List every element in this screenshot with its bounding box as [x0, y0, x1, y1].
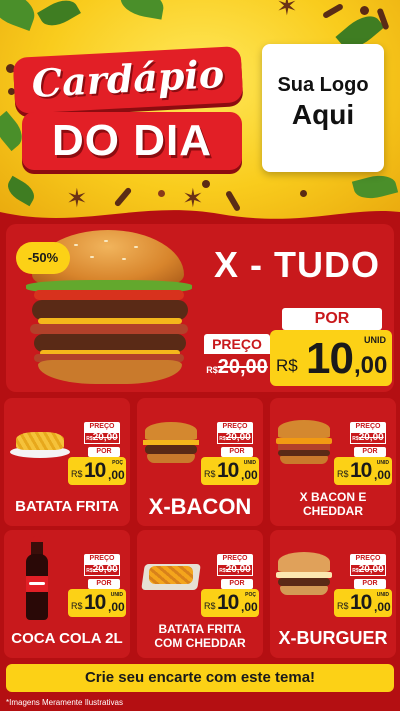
fries-cheddar-tray-image	[141, 558, 201, 590]
peppercorn-icon	[300, 190, 307, 197]
card-price-tag: R$ 10 ,00 POÇ	[68, 457, 126, 485]
card-por-label: POR	[354, 447, 386, 457]
logo-line2: Aqui	[291, 99, 355, 130]
hero-old-value: 20,00	[217, 356, 268, 378]
basil-leaf-icon	[118, 0, 166, 20]
card-product-name: X-BURGUER	[278, 628, 388, 648]
cta-banner: Crie seu encarte com este tema!	[6, 664, 394, 692]
card-old-price: R$20,00	[350, 564, 386, 576]
card-por-label: POR	[221, 447, 253, 457]
card-old-price: R$20,00	[217, 564, 253, 576]
card-por-label: POR	[221, 579, 253, 589]
hero-offer-card: -50% X - TUDO POR PREÇO R$20,00 R$ 10 ,0…	[6, 224, 394, 392]
fries-plate-image	[10, 428, 70, 458]
hero-preco-label: PREÇO	[204, 334, 270, 354]
card-por-label: POR	[88, 579, 120, 589]
title-line2-badge: DO DIA	[22, 112, 242, 170]
product-card-x-bacon-cheddar: PREÇO R$20,00 POR R$ 10 ,00 UNID X BACON…	[270, 398, 396, 526]
card-old-price: R$20,00	[84, 564, 120, 576]
x-bacon-cheddar-burger-image	[276, 420, 332, 464]
peppercorn-icon	[360, 6, 369, 15]
product-card-x-bacon: PREÇO R$20,00 POR R$ 10 ,00 UNID X-BACON	[137, 398, 263, 526]
basil-leaf-icon	[351, 170, 399, 204]
card-product-name: COCA COLA 2L	[11, 630, 123, 647]
card-old-price: R$20,00	[217, 432, 253, 444]
card-preco-label: PREÇO	[84, 422, 120, 432]
hero-price-tag: R$ 10 ,00 UNID	[270, 330, 392, 386]
card-product-name: X BACON E CHEDDAR	[299, 490, 367, 518]
card-product-name: X-BACON	[148, 494, 252, 519]
disclaimer-note: *Imagens Meramente Ilustrativas	[6, 698, 123, 707]
star-anise-icon: ✶	[276, 0, 298, 22]
coca-cola-bottle-image	[24, 536, 50, 622]
hero-price-cents: ,00	[354, 352, 388, 379]
card-preco-label: PREÇO	[217, 422, 253, 432]
title-line1-badge: Cardápio	[12, 46, 244, 114]
card-price-tag: R$ 10 ,00 UNID	[68, 589, 126, 617]
card-preco-label: PREÇO	[350, 554, 386, 564]
basil-leaf-icon	[37, 0, 81, 33]
product-card-batata-cheddar: PREÇO R$20,00 POR R$ 10 ,00 POÇ BATATA F…	[137, 530, 263, 658]
card-price-tag: R$ 10 ,00 POÇ	[201, 589, 259, 617]
header-banner: ✶ ✶ ✶ Cardápio DO DIA Sua Logo Aqui	[0, 0, 400, 222]
product-card-coca-cola: PREÇO R$20,00 POR R$ 10 ,00 UNID COCA CO…	[4, 530, 130, 658]
logo-placeholder: Sua Logo Aqui	[262, 44, 384, 172]
hero-currency: R$	[276, 356, 298, 375]
card-price-tag: R$ 10 ,00 UNID	[334, 589, 392, 617]
hero-por-label: POR	[282, 308, 382, 330]
product-card-batata-frita: PREÇO R$20,00 POR R$ 10 ,00 POÇ BATATA F…	[4, 398, 130, 526]
card-old-price: R$20,00	[350, 432, 386, 444]
hero-old-currency: R$	[206, 365, 218, 375]
card-price-tag: R$ 10 ,00 UNID	[334, 457, 392, 485]
card-old-price: R$20,00	[84, 432, 120, 444]
title-line2: DO DIA	[52, 116, 212, 165]
card-price-tag: R$ 10 ,00 UNID	[201, 457, 259, 485]
product-card-x-burguer: PREÇO R$20,00 POR R$ 10 ,00 UNID X-BURGU…	[270, 530, 396, 658]
hero-price-unit: UNID	[364, 335, 386, 345]
menu-title: Cardápio DO DIA	[12, 46, 244, 170]
logo-line1: Sua Logo	[277, 74, 369, 96]
peppercorn-icon	[158, 190, 165, 197]
x-burguer-image	[276, 552, 332, 596]
hero-product-name: X - TUDO	[214, 244, 380, 285]
discount-badge: -50%	[16, 242, 70, 274]
hero-price-integer: 10	[306, 334, 354, 383]
card-product-name: BATATA FRITA COM CHEDDAR	[154, 622, 246, 650]
hero-old-price: R$20,00	[202, 354, 272, 380]
title-line1: Cardápio	[30, 50, 226, 107]
card-preco-label: PREÇO	[84, 554, 120, 564]
card-product-name: BATATA FRITA	[15, 498, 119, 515]
card-preco-label: PREÇO	[217, 554, 253, 564]
x-bacon-burger-image	[143, 422, 199, 464]
card-preco-label: PREÇO	[350, 422, 386, 432]
basil-leaf-icon	[0, 0, 40, 31]
card-por-label: POR	[88, 447, 120, 457]
clove-icon	[321, 2, 345, 20]
card-por-label: POR	[354, 579, 386, 589]
